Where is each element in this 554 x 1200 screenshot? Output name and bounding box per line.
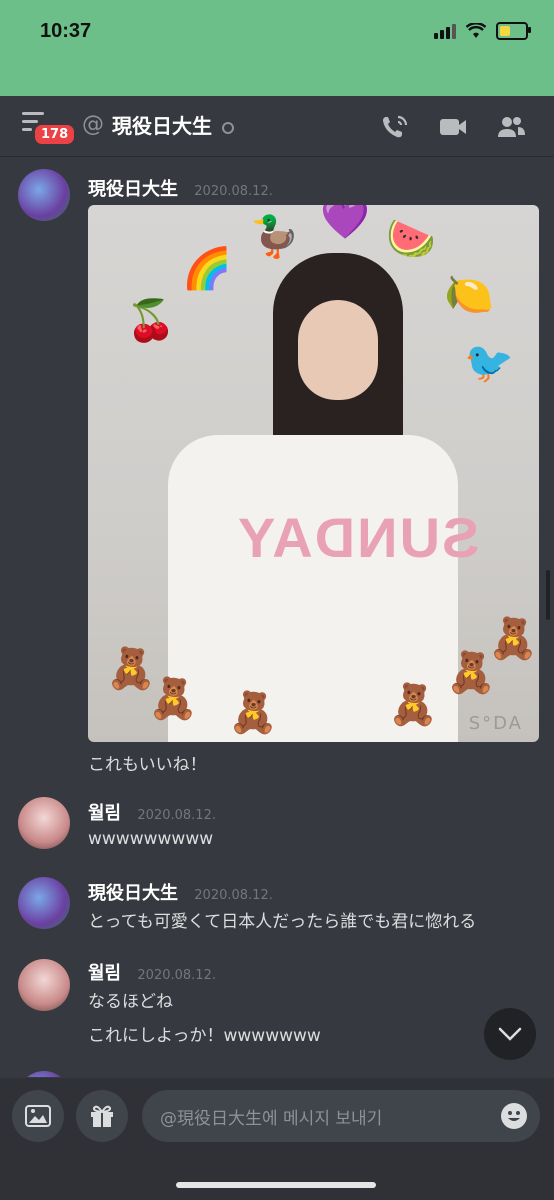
lemon-sticker-icon: 🍋: [444, 272, 494, 318]
signal-icon: [434, 23, 456, 39]
avatar[interactable]: [18, 959, 70, 1011]
emoji-icon[interactable]: [500, 1102, 528, 1130]
shirt-text: SUNDAY: [236, 506, 480, 569]
attach-image-button[interactable]: [12, 1090, 64, 1142]
chevron-down-icon: [498, 1027, 522, 1041]
message-text: これにしよっか！wwwwwww: [88, 1026, 321, 1046]
status-time: 10:37: [40, 20, 92, 42]
timestamp: 2020.08.12.: [194, 184, 273, 199]
message-list[interactable]: 現役日大生 2020.08.12. SUNDAY 🍒 🌈 🦆 💜 🍉 🍋 🐦 🧸…: [0, 157, 554, 1077]
scrollbar[interactable]: [546, 570, 550, 620]
video-call-icon[interactable]: [438, 114, 468, 140]
message-text: なるほどね: [88, 992, 173, 1012]
message-text: これもいいね！: [88, 755, 207, 775]
timestamp: 2020.08.12.: [137, 968, 216, 983]
status-bar: 10:37: [0, 0, 554, 96]
cherry-sticker-icon: 🍒: [126, 298, 176, 344]
toucan-sticker-icon: 🐦: [464, 340, 514, 386]
message-header: 現役日大生 2020.08.12.: [88, 175, 273, 201]
message-header: 월림 2020.08.12.: [88, 799, 216, 825]
avatar[interactable]: [18, 1071, 70, 1077]
timestamp: 2020.08.12.: [194, 888, 273, 903]
gummy-bear-sticker-icon: 🧸: [388, 682, 438, 728]
photo-face: [298, 300, 378, 400]
message-text: wwwwwwwww: [88, 829, 214, 849]
heart-sticker-icon: 💜: [320, 205, 370, 242]
image-attachment[interactable]: SUNDAY 🍒 🌈 🦆 💜 🍉 🍋 🐦 🧸 🧸 🧸 🧸 🧸 🧸 S°DA: [88, 205, 539, 742]
call-icon[interactable]: [380, 114, 410, 140]
message-header: 現役日大生 2020.08.12.: [88, 879, 273, 905]
avatar[interactable]: [18, 169, 70, 221]
wifi-icon: [466, 23, 486, 38]
soda-watermark: S°DA: [468, 713, 523, 734]
avatar[interactable]: [18, 797, 70, 849]
gummy-bear-sticker-icon: 🧸: [148, 676, 198, 722]
watermelon-sticker-icon: 🍉: [386, 216, 436, 262]
timestamp: 2020.08.12.: [137, 808, 216, 823]
channel-title[interactable]: 現役日大生: [112, 110, 212, 139]
gummy-bear-sticker-icon: 🧸: [488, 616, 538, 662]
author-name[interactable]: 現役日大生: [88, 179, 178, 200]
status-icons: [434, 22, 531, 40]
home-indicator: [176, 1182, 376, 1188]
at-icon: @: [82, 112, 104, 137]
message-header: 월림 2020.08.12.: [88, 959, 216, 985]
gift-button[interactable]: [76, 1090, 128, 1142]
image-icon: [25, 1105, 51, 1127]
author-name[interactable]: 월림: [88, 803, 121, 824]
channel-header: 178 @ 現役日大生: [0, 96, 554, 157]
scroll-to-bottom-button[interactable]: [484, 1008, 536, 1060]
gummy-bear-sticker-icon: 🧸: [228, 690, 278, 736]
author-name[interactable]: 現役日大生: [88, 883, 178, 904]
offline-status-icon: [222, 122, 234, 134]
duck-sticker-icon: 🦆: [250, 214, 300, 260]
message-composer: @現役日大生에 메시지 보내기: [0, 1078, 554, 1200]
battery-icon: [496, 22, 531, 40]
unread-badge: 178: [32, 122, 78, 147]
gift-icon: [91, 1105, 113, 1127]
avatar[interactable]: [18, 877, 70, 929]
message-input-placeholder: @現役日大生에 메시지 보내기: [160, 1108, 383, 1129]
author-name[interactable]: 월림: [88, 963, 121, 984]
message-text: とっても可愛くて日本人だったら誰でも君に惚れる: [88, 912, 477, 932]
members-icon[interactable]: [496, 114, 526, 140]
message-input[interactable]: @現役日大生에 메시지 보내기: [142, 1090, 540, 1142]
rainbow-sticker-icon: 🌈: [182, 246, 232, 292]
